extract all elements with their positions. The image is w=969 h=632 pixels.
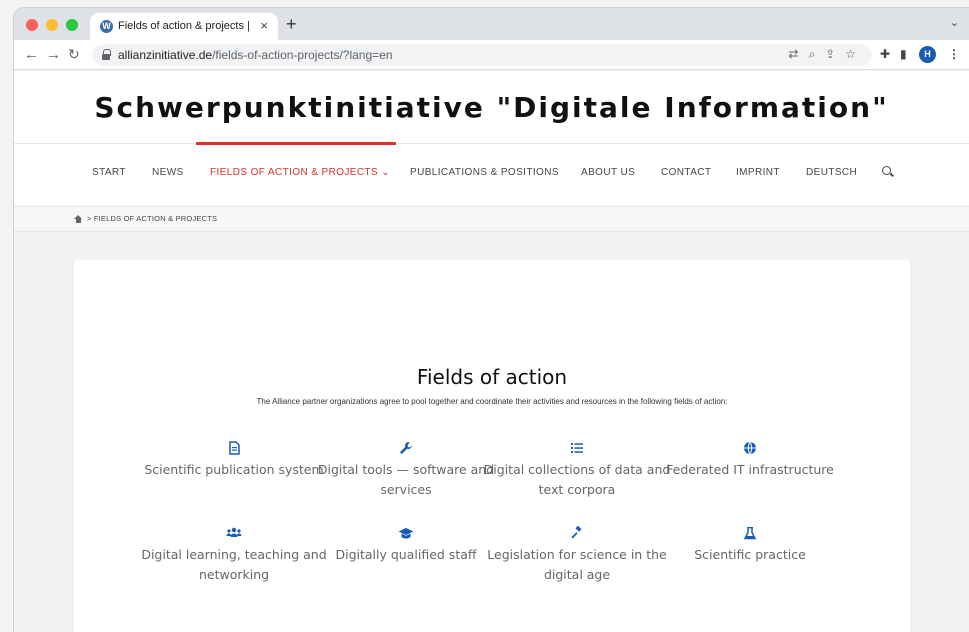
field-item[interactable]: Digital learning, teaching and networkin… bbox=[139, 526, 329, 585]
intro-text: The Alliance partner organizations agree… bbox=[256, 397, 728, 406]
nav-contact[interactable]: CONTACT bbox=[661, 167, 711, 178]
bookmark-star-icon[interactable]: ☆ bbox=[845, 47, 866, 61]
close-window-button[interactable] bbox=[26, 19, 38, 31]
site-title[interactable]: Schwerpunktinitiative "Digitale Informat… bbox=[14, 91, 969, 124]
tab-title: Fields of action & projects | Sch bbox=[118, 20, 253, 32]
nav-about-us[interactable]: ABOUT US bbox=[581, 167, 635, 178]
search-icon[interactable] bbox=[882, 166, 891, 175]
field-label: Scientific publication system bbox=[144, 462, 324, 477]
zoom-icon[interactable]: ⌕ bbox=[808, 47, 825, 61]
tab-strip: W Fields of action & projects | Sch × + … bbox=[14, 8, 969, 40]
content-card: Fields of action The Alliance partner or… bbox=[74, 260, 910, 632]
gavel-icon bbox=[482, 525, 672, 542]
nav-publications[interactable]: PUBLICATIONS & POSITIONS bbox=[410, 167, 559, 178]
menu-icon[interactable]: ⋮ bbox=[948, 47, 960, 61]
graduation-cap-icon bbox=[311, 526, 501, 542]
wordpress-icon: W bbox=[100, 20, 113, 33]
header-divider bbox=[14, 143, 969, 144]
browser-window: W Fields of action & projects | Sch × + … bbox=[14, 8, 969, 632]
back-icon[interactable]: ← bbox=[24, 46, 39, 63]
header-accent-bar bbox=[196, 142, 396, 145]
maximize-window-button[interactable] bbox=[66, 19, 78, 31]
minimize-window-button[interactable] bbox=[46, 19, 58, 31]
lock-icon[interactable] bbox=[102, 49, 111, 60]
site-header: Schwerpunktinitiative "Digitale Informat… bbox=[14, 71, 969, 207]
profile-avatar[interactable]: H bbox=[919, 46, 936, 63]
tab-search-icon[interactable]: ⌄ bbox=[950, 16, 959, 29]
omnibox-icons[interactable]: ⇄⌕⇪☆ bbox=[788, 47, 866, 62]
wrench-icon bbox=[311, 441, 501, 457]
flask-icon bbox=[655, 526, 845, 542]
browser-toolbar: ← → ↻ allianzinitiative.de/fields-of-act… bbox=[14, 40, 969, 70]
field-label: Digital tools — software and services bbox=[317, 462, 495, 497]
breadcrumb-current: > FIELDS OF ACTION & PROJECTS bbox=[87, 214, 218, 223]
breadcrumb: > FIELDS OF ACTION & PROJECTS bbox=[14, 207, 969, 232]
translate-icon[interactable]: ⇄ bbox=[788, 47, 808, 61]
field-label: Digital collections of data and text cor… bbox=[483, 462, 671, 497]
nav-start[interactable]: START bbox=[92, 167, 126, 178]
nav-fields-of-action[interactable]: FIELDS OF ACTION & PROJECTS ⌄ bbox=[210, 167, 390, 178]
url-text[interactable]: allianzinitiative.de/fields-of-action-pr… bbox=[118, 48, 393, 62]
field-label: Digitally qualified staff bbox=[335, 547, 477, 562]
share-icon[interactable]: ⇪ bbox=[825, 47, 845, 61]
field-item[interactable]: Legislation for science in the digital a… bbox=[482, 525, 672, 585]
side-panel-icon[interactable]: ▮ bbox=[900, 47, 907, 61]
field-item[interactable]: Digital tools — software and services bbox=[311, 441, 501, 500]
address-bar[interactable]: allianzinitiative.de/fields-of-action-pr… bbox=[92, 44, 872, 66]
field-item[interactable]: Federated IT infrastructure bbox=[655, 441, 845, 480]
field-label: Legislation for science in the digital a… bbox=[487, 547, 667, 582]
extensions-icon[interactable]: ✚ bbox=[880, 47, 890, 61]
browser-tab[interactable]: W Fields of action & projects | Sch × bbox=[90, 13, 278, 40]
field-item[interactable]: Scientific practice bbox=[655, 526, 845, 565]
nav-news[interactable]: NEWS bbox=[152, 167, 184, 178]
document-icon bbox=[139, 441, 329, 457]
home-icon[interactable] bbox=[74, 215, 83, 223]
field-item[interactable]: Digital collections of data and text cor… bbox=[482, 441, 672, 500]
field-label: Digital learning, teaching and networkin… bbox=[141, 547, 327, 582]
page-heading: Fields of action bbox=[416, 365, 568, 389]
globe-icon bbox=[655, 441, 845, 457]
field-item[interactable]: Scientific publication system bbox=[139, 441, 329, 480]
new-tab-button[interactable]: + bbox=[286, 14, 297, 35]
nav-imprint[interactable]: IMPRINT bbox=[736, 167, 780, 178]
field-label: Federated IT infrastructure bbox=[666, 462, 834, 477]
main-nav: START NEWS FIELDS OF ACTION & PROJECTS ⌄… bbox=[14, 166, 969, 187]
forward-icon[interactable]: → bbox=[46, 46, 61, 63]
field-label: Scientific practice bbox=[694, 547, 806, 562]
list-icon bbox=[482, 441, 672, 457]
field-item[interactable]: Digitally qualified staff bbox=[311, 526, 501, 565]
nav-deutsch[interactable]: DEUTSCH bbox=[806, 167, 857, 178]
reload-icon[interactable]: ↻ bbox=[68, 46, 80, 63]
users-icon bbox=[139, 526, 329, 542]
web-page: Schwerpunktinitiative "Digitale Informat… bbox=[14, 71, 969, 632]
close-tab-icon[interactable]: × bbox=[260, 18, 268, 33]
